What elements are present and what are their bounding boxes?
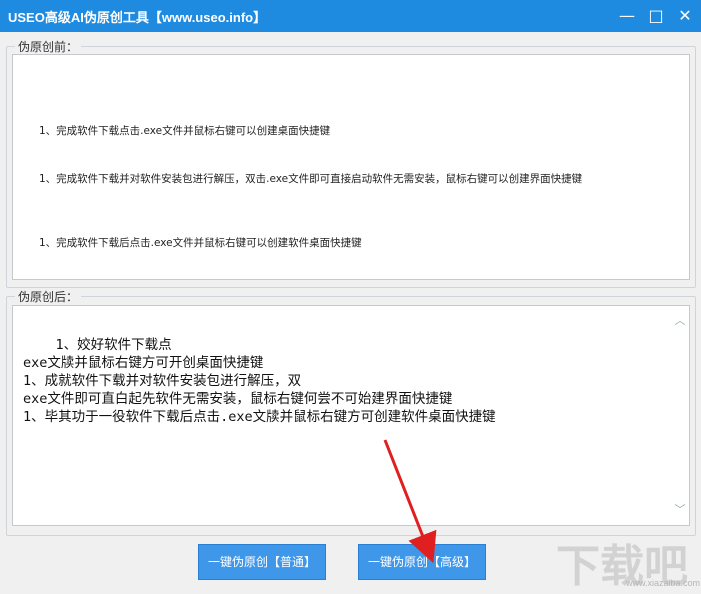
source-line-2: 1、完成软件下载并对软件安装包进行解压，双击.exe文件即可直接启动软件无需安装… — [39, 173, 583, 185]
maximize-button[interactable]: □ — [640, 0, 672, 32]
source-group-label: 伪原创前： — [15, 38, 82, 55]
scroll-up-icon[interactable]: ︿ — [673, 314, 687, 328]
result-group-label: 伪原创后： — [15, 288, 82, 305]
result-scrollbar[interactable]: ︿ ﹀ — [673, 308, 687, 523]
minimize-button[interactable]: — — [611, 0, 643, 32]
window-title: USEO高级AI伪原创工具【www.useo.info】 — [8, 10, 267, 25]
source-line-1: 1、完成软件下载点击.exe文件并鼠标右键可以创建桌面快捷键 — [39, 125, 331, 137]
source-line-3: 1、完成软件下载后点击.exe文件并鼠标右键可以创建软件桌面快捷键 — [39, 237, 362, 249]
close-button[interactable]: ✕ — [669, 0, 701, 32]
source-text-area[interactable]: 1、完成软件下载点击.exe文件并鼠标右键可以创建桌面快捷键 1、完成软件下载并… — [12, 54, 690, 280]
watermark-url: www.xiazaiba.com — [626, 578, 701, 588]
result-text-area[interactable]: 1、姣好软件下载点 exe文牍并鼠标右键方可开创桌面快捷键 1、成就软件下载并对… — [12, 305, 690, 526]
title-bar: USEO高级AI伪原创工具【www.useo.info】 — □ ✕ — [0, 0, 701, 32]
scroll-down-icon[interactable]: ﹀ — [673, 503, 687, 517]
advanced-rewrite-button[interactable]: 一键伪原创【高级】 — [358, 544, 486, 580]
normal-rewrite-button[interactable]: 一键伪原创【普通】 — [198, 544, 326, 580]
result-text: 1、姣好软件下载点 exe文牍并鼠标右键方可开创桌面快捷键 1、成就软件下载并对… — [23, 337, 496, 425]
